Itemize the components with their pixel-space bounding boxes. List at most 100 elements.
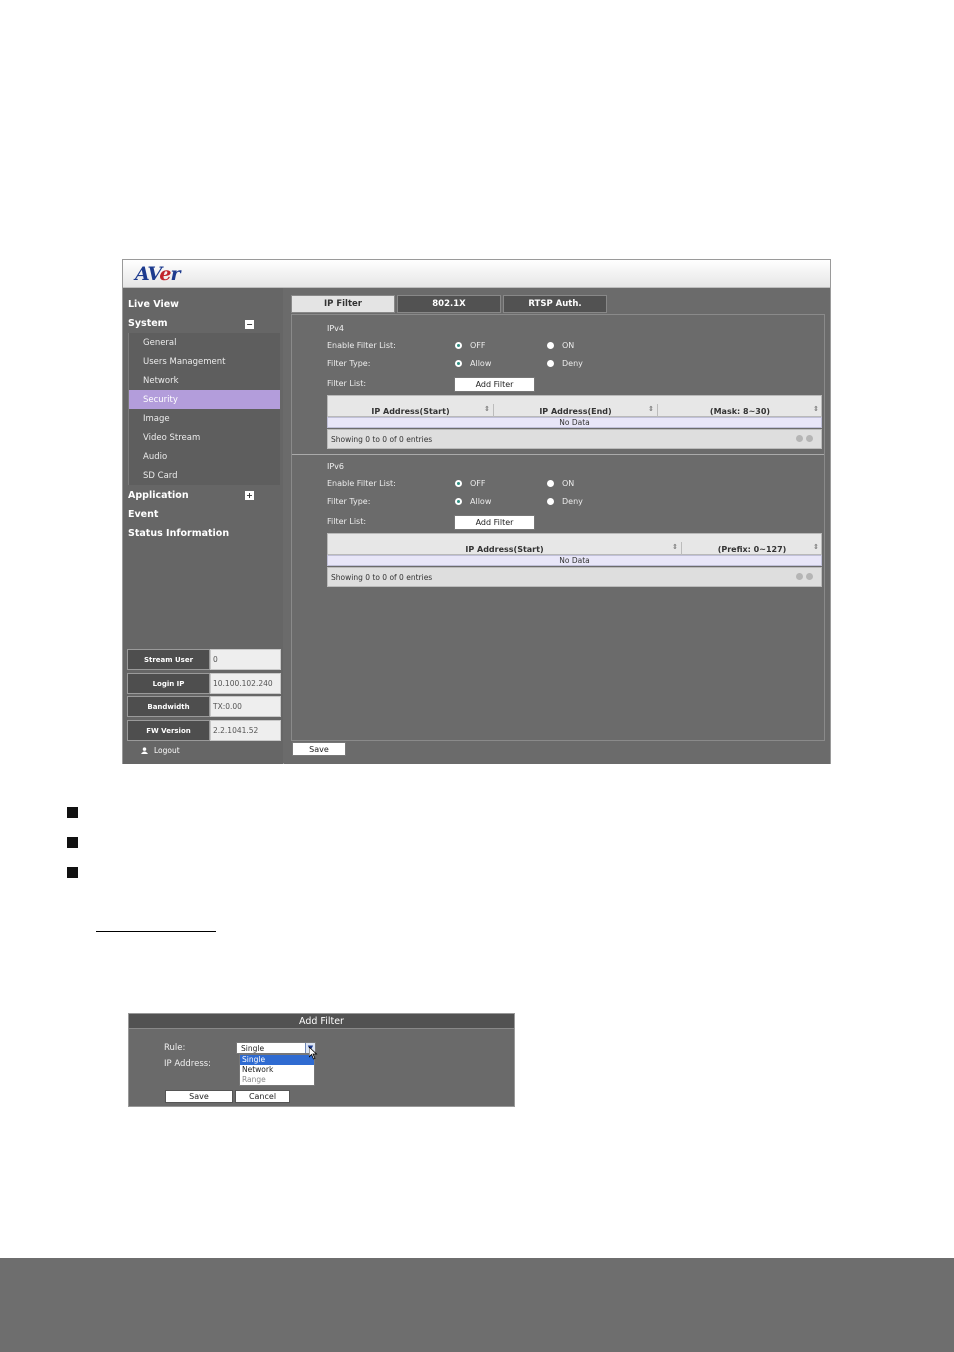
sidebar-item-audio[interactable]: Audio (129, 447, 280, 466)
radio-checked-icon (455, 498, 462, 505)
ip-filter-screenshot: AVer Live View System − General Users Ma… (122, 259, 831, 764)
radio-icon (547, 360, 554, 367)
save-button[interactable]: Save (292, 742, 346, 756)
rule-label: Rule: (164, 1043, 186, 1053)
column-header[interactable]: IP Address(Start) ⇕ (328, 404, 494, 418)
info-value: TX:0.00 (210, 696, 281, 717)
next-page-icon[interactable] (806, 573, 813, 580)
sort-icon: ⇕ (813, 543, 819, 551)
no-data-row: No Data (327, 417, 822, 428)
sidebar-item-video-stream[interactable]: Video Stream (129, 428, 280, 447)
radio-label: Allow (470, 497, 492, 506)
dialog-save-button[interactable]: Save (165, 1090, 233, 1103)
next-page-icon[interactable] (806, 435, 813, 442)
nav-status-information[interactable]: Status Information (128, 524, 278, 542)
ipv4-enable-on[interactable]: ON (547, 341, 574, 350)
info-fw-version: FW Version 2.2.1041.52 (127, 720, 281, 741)
expand-icon[interactable]: + (245, 491, 254, 500)
ipv6-add-filter-button[interactable]: Add Filter (454, 515, 535, 530)
column-header[interactable]: IP Address(Start) ⇕ (328, 542, 682, 556)
column-header[interactable]: (Mask: 8~30) ⇕ (658, 404, 822, 418)
sidebar-item-security[interactable]: Security (129, 390, 280, 409)
ipv4-type-allow[interactable]: Allow (455, 359, 491, 368)
collapse-icon[interactable]: − (245, 320, 254, 329)
mouse-cursor-icon (309, 1047, 318, 1060)
info-label: FW Version (127, 720, 210, 741)
radio-label: ON (562, 341, 575, 350)
prev-page-icon[interactable] (796, 573, 803, 580)
tab-ip-filter[interactable]: IP Filter (291, 295, 395, 313)
rule-select[interactable]: Single ▼ (236, 1042, 316, 1054)
radio-label: Deny (562, 497, 583, 506)
info-value: 0 (210, 649, 281, 670)
radio-label: ON (562, 479, 575, 488)
sidebar-item-sd-card[interactable]: SD Card (129, 466, 280, 485)
sidebar-item-users-management[interactable]: Users Management (129, 352, 280, 371)
logout-label: Logout (154, 746, 180, 755)
dialog-title: Add Filter (129, 1014, 514, 1029)
content-area: IP Filter 802.1X RTSP Auth. IPv4 Enable … (284, 288, 830, 764)
nav-system[interactable]: System (128, 314, 278, 332)
ipv6-type-allow[interactable]: Allow (455, 497, 491, 506)
sidebar-item-network[interactable]: Network (129, 371, 280, 390)
heading-underline (96, 931, 216, 932)
ip-filter-panel: IPv4 Enable Filter List: OFF ON Filter T… (291, 314, 825, 741)
nav-live-view[interactable]: Live View (128, 295, 278, 313)
nav-system-label: System (128, 317, 168, 329)
table-footer: Showing 0 to 0 of 0 entries (327, 567, 822, 587)
rule-option-range[interactable]: Range (240, 1075, 314, 1085)
radio-label: OFF (470, 341, 486, 350)
sort-icon: ⇕ (484, 405, 490, 413)
dialog-cancel-button[interactable]: Cancel (235, 1090, 290, 1103)
ip-address-label: IP Address: (164, 1059, 212, 1069)
ipv6-type-deny[interactable]: Deny (547, 497, 583, 506)
page-footer-band (0, 1258, 954, 1352)
bullet-square-icon (67, 867, 78, 878)
ipv6-type-label: Filter Type: (327, 497, 371, 506)
nav-application[interactable]: Application (128, 486, 278, 504)
entries-text: Showing 0 to 0 of 0 entries (331, 572, 433, 582)
rule-option-network[interactable]: Network (240, 1065, 314, 1075)
ipv4-list-label: Filter List: (327, 379, 367, 388)
ipv4-enable-off[interactable]: OFF (455, 341, 486, 350)
ipv4-type-deny[interactable]: Deny (547, 359, 583, 368)
sidebar: Live View System − General Users Managem… (123, 288, 283, 764)
section-divider (292, 454, 824, 455)
prev-page-icon[interactable] (796, 435, 803, 442)
tab-rtsp-auth[interactable]: RTSP Auth. (503, 295, 607, 313)
ipv6-filter-table: IP Address(Start) ⇕ (Prefix: 0~127) ⇕ No D… (327, 533, 822, 589)
ipv4-add-filter-button[interactable]: Add Filter (454, 377, 535, 392)
sort-icon: ⇕ (672, 543, 678, 551)
nav-event[interactable]: Event (128, 505, 278, 523)
app-header: AVer (123, 260, 830, 288)
entries-text: Showing 0 to 0 of 0 entries (331, 434, 433, 444)
info-stream-user: Stream User 0 (127, 649, 281, 670)
info-label: Bandwidth (127, 696, 210, 717)
sort-icon: ⇕ (813, 405, 819, 413)
column-header[interactable]: IP Address(End) ⇕ (494, 404, 658, 418)
rule-dropdown-list: Single Network Range (239, 1054, 315, 1086)
user-icon (141, 747, 148, 754)
table-header: IP Address(Start) ⇕ (Prefix: 0~127) ⇕ (327, 533, 822, 556)
info-bandwidth: Bandwidth TX:0.00 (127, 696, 281, 717)
sidebar-item-general[interactable]: General (129, 333, 280, 352)
info-value: 10.100.102.240 (210, 673, 281, 694)
aver-logo: AVer (135, 263, 180, 285)
column-header[interactable]: (Prefix: 0~127) ⇕ (682, 542, 822, 556)
bullet-square-icon (67, 807, 78, 818)
ipv4-type-label: Filter Type: (327, 359, 371, 368)
ipv6-enable-on[interactable]: ON (547, 479, 574, 488)
logout-link[interactable]: Logout (141, 746, 180, 755)
table-header: IP Address(Start) ⇕ IP Address(End) ⇕ (Mas… (327, 395, 822, 418)
pager (796, 435, 813, 442)
info-value: 2.2.1041.52 (210, 720, 281, 741)
ipv4-enable-label: Enable Filter List: (327, 341, 396, 350)
rule-option-single[interactable]: Single (240, 1055, 314, 1065)
info-label: Stream User (127, 649, 210, 670)
sort-icon: ⇕ (648, 405, 654, 413)
ipv6-enable-label: Enable Filter List: (327, 479, 396, 488)
tab-802-1x[interactable]: 802.1X (397, 295, 501, 313)
ipv6-enable-off[interactable]: OFF (455, 479, 486, 488)
table-footer: Showing 0 to 0 of 0 entries (327, 429, 822, 449)
sidebar-item-image[interactable]: Image (129, 409, 280, 428)
